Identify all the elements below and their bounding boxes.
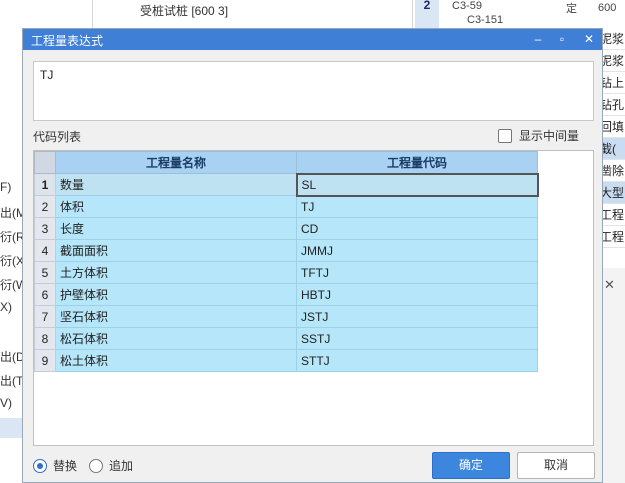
close-icon[interactable]: ✕ [604, 277, 615, 293]
quantity-code-cell[interactable]: JMMJ [296, 239, 538, 262]
grid-cell[interactable]: 定 [566, 0, 577, 15]
menu-highlight [0, 418, 22, 438]
dialog-title: 工程量表达式 [31, 34, 104, 48]
row-index[interactable]: 8 [34, 327, 56, 350]
menu-item[interactable]: X) [0, 300, 12, 314]
quantity-code-cell[interactable]: SSTJ [296, 327, 538, 350]
quantity-name-cell[interactable]: 截面面积 [55, 239, 297, 262]
row-index[interactable]: 2 [34, 195, 56, 218]
grid-row-header[interactable]: 2 [415, 0, 439, 28]
expression-input[interactable]: TJ [33, 61, 594, 121]
row-index[interactable]: 6 [34, 283, 56, 306]
quantity-name-cell[interactable]: 长度 [55, 217, 297, 240]
table-row[interactable]: 2 体积 TJ [34, 195, 538, 218]
quantity-code-cell[interactable]: STTJ [296, 349, 538, 372]
divider [92, 0, 93, 28]
table-row[interactable]: 5 土方体积 TFTJ [34, 261, 538, 284]
append-radio[interactable] [89, 458, 104, 473]
quantity-code-cell[interactable]: SL [295, 172, 539, 197]
quantity-code-cell[interactable]: HBTJ [296, 283, 538, 306]
row-index[interactable]: 4 [34, 239, 56, 262]
menu-item[interactable]: V) [0, 396, 12, 410]
tree-item-test-pile[interactable]: 受桩试桩 [600 3] [140, 2, 228, 19]
append-radio-label[interactable]: 追加 [109, 457, 133, 474]
table-row[interactable]: 9 松土体积 STTJ [34, 349, 538, 372]
quantity-code-cell[interactable]: CD [296, 217, 538, 240]
code-list-label: 代码列表 [33, 130, 82, 144]
ok-button[interactable]: 确定 [432, 452, 510, 479]
replace-radio-label[interactable]: 替换 [53, 457, 77, 474]
table-row[interactable]: 4 截面面积 JMMJ [34, 239, 538, 262]
column-header-code[interactable]: 工程量代码 [296, 151, 538, 174]
row-index[interactable]: 3 [34, 217, 56, 240]
maximize-icon[interactable]: ▫ [553, 31, 571, 48]
cancel-button[interactable]: 取消 [517, 452, 595, 479]
mode-radio-group: 替换 追加 [33, 457, 145, 474]
replace-radio[interactable] [33, 458, 47, 473]
table-row[interactable]: 6 护壁体积 HBTJ [34, 283, 538, 306]
show-intermediate-checkbox[interactable]: 显示中间量 [498, 127, 579, 144]
quantity-name-cell[interactable]: 松土体积 [55, 349, 297, 372]
quantity-code-cell[interactable]: JSTJ [296, 305, 538, 328]
grid-cell[interactable]: 600 [598, 2, 616, 16]
table-row[interactable]: 3 长度 CD [34, 217, 538, 240]
table-row[interactable]: 1 数量 SL [34, 172, 539, 197]
menu-item[interactable]: F) [0, 180, 11, 194]
row-index[interactable]: 1 [34, 173, 56, 196]
quantity-name-cell[interactable]: 土方体积 [55, 261, 297, 284]
quantity-name-cell[interactable]: 松石体积 [55, 327, 297, 350]
code-list-grid: 工程量名称 工程量代码 1 数量 SL 2 体积 TJ 3 长度 CD 4 截面… [33, 150, 594, 446]
quantity-name-cell[interactable]: 数量 [55, 173, 297, 196]
quantity-code-cell[interactable]: TFTJ [296, 261, 538, 284]
row-index[interactable]: 5 [34, 261, 56, 284]
quantity-code-cell[interactable]: TJ [296, 195, 538, 218]
minimize-icon[interactable]: – [529, 31, 547, 48]
grid-cell[interactable]: C3-59 [452, 0, 482, 14]
close-icon[interactable]: ✕ [580, 31, 598, 48]
table-row[interactable]: 7 坚石体积 JSTJ [34, 305, 538, 328]
grid-corner[interactable] [34, 151, 56, 174]
code-table: 工程量名称 工程量代码 1 数量 SL 2 体积 TJ 3 长度 CD 4 截面… [34, 151, 539, 372]
grid-cell[interactable]: C3-151 [467, 14, 503, 28]
divider [412, 0, 413, 28]
show-intermediate-label: 显示中间量 [519, 129, 580, 143]
table-header-row: 工程量名称 工程量代码 [34, 151, 538, 174]
column-header-name[interactable]: 工程量名称 [55, 151, 297, 174]
row-index[interactable]: 7 [34, 305, 56, 328]
background-left-menu: F) 出(M) 衍(R) 衍(X) 衍(W) X) 出(D) 出(T) V) [0, 28, 31, 483]
quantity-name-cell[interactable]: 护壁体积 [55, 283, 297, 306]
row-index[interactable]: 9 [34, 349, 56, 372]
quantity-expression-dialog: 工程量表达式 – ▫ ✕ TJ 代码列表 显示中间量 工程量名称 工程量代码 1… [22, 28, 603, 483]
checkbox-box[interactable] [498, 128, 512, 143]
dialog-titlebar[interactable]: 工程量表达式 – ▫ ✕ [23, 29, 602, 50]
quantity-name-cell[interactable]: 坚石体积 [55, 305, 297, 328]
background-toolbar-area: 受桩试桩 [600 3] 2 C3-59 C3-151 定 600 [0, 0, 625, 28]
table-row[interactable]: 8 松石体积 SSTJ [34, 327, 538, 350]
quantity-name-cell[interactable]: 体积 [55, 195, 297, 218]
